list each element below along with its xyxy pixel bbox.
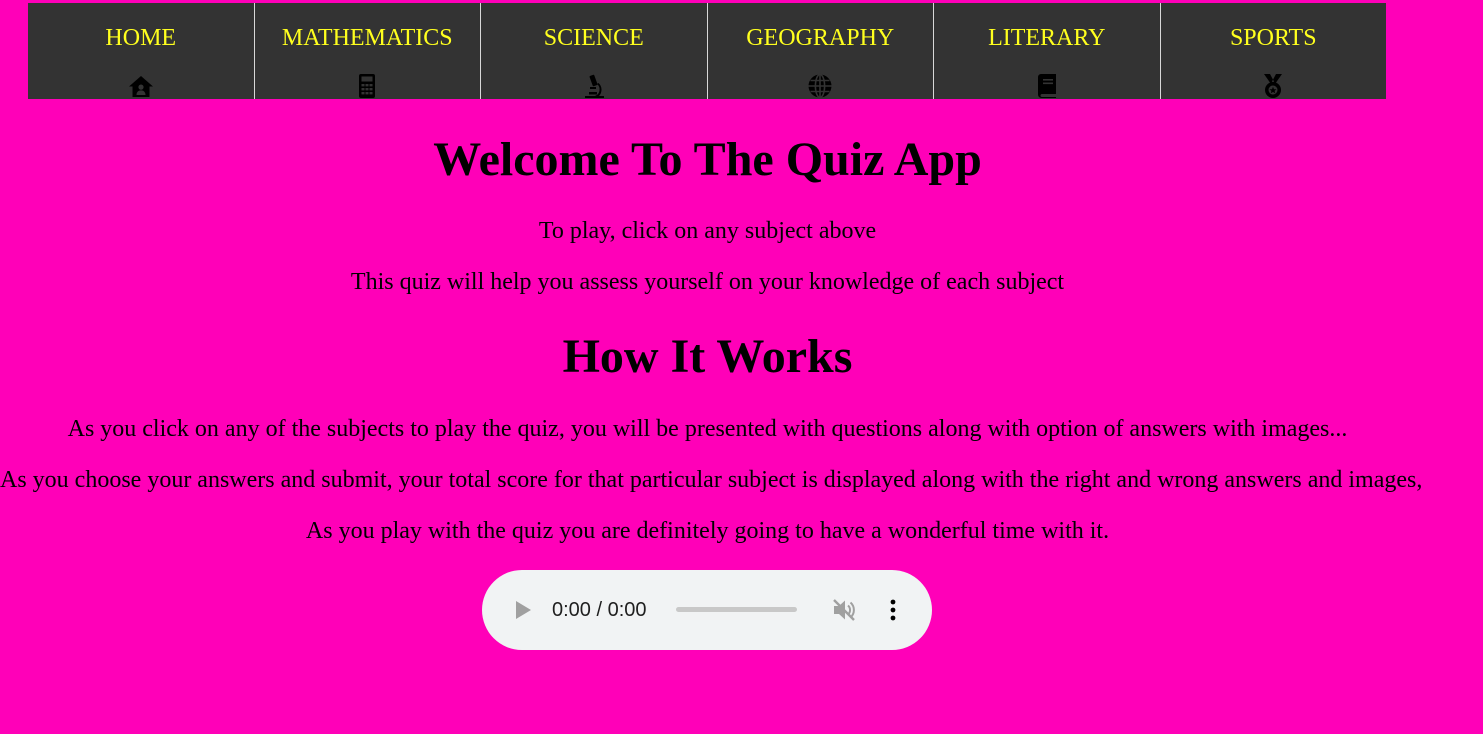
nav-item-geography[interactable]: GEOGRAPHY <box>706 3 934 99</box>
medal-icon <box>1260 73 1286 99</box>
audio-player: 0:00 / 0:00 <box>482 570 932 650</box>
nav-item-label: SCIENCE <box>543 25 644 51</box>
nav-item-home[interactable]: HOME <box>28 3 254 99</box>
nav-item-literary[interactable]: LITERARY <box>933 3 1160 99</box>
play-icon[interactable] <box>512 599 534 621</box>
book-icon <box>1034 73 1060 99</box>
muted-volume-icon[interactable] <box>831 597 857 623</box>
globe-icon <box>807 73 833 99</box>
how-it-works-text: As you play with the quiz you are defini… <box>305 518 1110 544</box>
nav-item-science[interactable]: SCIENCE <box>480 3 707 99</box>
intro-text: To play, click on any subject above <box>538 218 877 244</box>
how-it-works-text: As you choose your answers and submit, y… <box>0 467 1423 493</box>
more-options-icon[interactable] <box>881 597 905 623</box>
audio-time: 0:00 / 0:00 <box>552 599 647 621</box>
subject-nav: HOME MATHEMATICS SCIENCE GEOGRAPHY LITER… <box>28 3 1386 99</box>
how-it-works-title: How It Works <box>562 330 853 383</box>
nav-item-mathematics[interactable]: MATHEMATICS <box>253 3 481 99</box>
nav-item-label: SPORTS <box>1229 25 1317 51</box>
nav-item-label: GEOGRAPHY <box>746 25 895 51</box>
home-icon <box>128 73 154 99</box>
intro-text: This quiz will help you assess yourself … <box>350 269 1065 295</box>
how-it-works-text: As you click on any of the subjects to p… <box>67 416 1348 442</box>
audio-progress-slider[interactable] <box>676 607 797 612</box>
nav-item-label: MATHEMATICS <box>281 25 453 51</box>
nav-item-label: HOME <box>105 25 177 51</box>
page-title: Welcome To The Quiz App <box>433 133 982 186</box>
nav-item-sports[interactable]: SPORTS <box>1159 3 1387 99</box>
calculator-icon <box>354 73 380 99</box>
nav-item-label: LITERARY <box>988 25 1106 51</box>
microscope-icon <box>581 73 607 99</box>
